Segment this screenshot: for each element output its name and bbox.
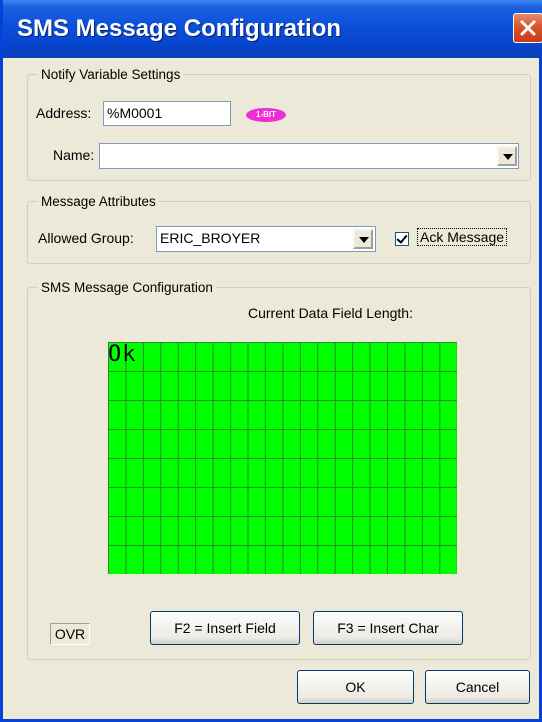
close-icon <box>520 20 536 36</box>
window-title: SMS Message Configuration <box>17 15 342 42</box>
dialog-window: SMS Message Configuration Notify Variabl… <box>0 0 542 722</box>
allowed-group-dropdown-button[interactable] <box>353 229 373 249</box>
close-button[interactable] <box>513 13 542 43</box>
ack-message-label[interactable]: Ack Message <box>417 228 508 246</box>
name-select[interactable] <box>99 143 519 169</box>
notify-settings-legend: Notify Variable Settings <box>41 67 181 82</box>
data-field-length-label: Current Data Field Length: <box>248 305 413 321</box>
insert-field-button[interactable]: F2 = Insert Field <box>150 611 300 645</box>
bit-badge: 1-BIT <box>246 108 286 122</box>
name-label: Name: <box>53 147 95 163</box>
name-dropdown-button[interactable] <box>497 146 517 166</box>
title-bar[interactable]: SMS Message Configuration <box>3 0 542 58</box>
ovr-indicator: OVR <box>50 623 90 645</box>
insert-char-button[interactable]: F3 = Insert Char <box>313 611 463 645</box>
allowed-group-select[interactable]: ERIC_BROYER <box>156 226 376 252</box>
ok-button[interactable]: OK <box>297 670 414 704</box>
cancel-button[interactable]: Cancel <box>425 670 530 704</box>
message-attributes-legend: Message Attributes <box>41 194 156 209</box>
allowed-group-label: Allowed Group: <box>38 230 134 246</box>
address-input[interactable]: %M0001 <box>103 101 231 126</box>
address-label: Address: <box>36 105 92 121</box>
message-text: Ok <box>108 342 137 367</box>
message-grid[interactable]: Ok <box>108 342 457 574</box>
ack-message-checkbox[interactable] <box>395 232 409 246</box>
sms-config-legend: SMS Message Configuration <box>41 280 213 295</box>
